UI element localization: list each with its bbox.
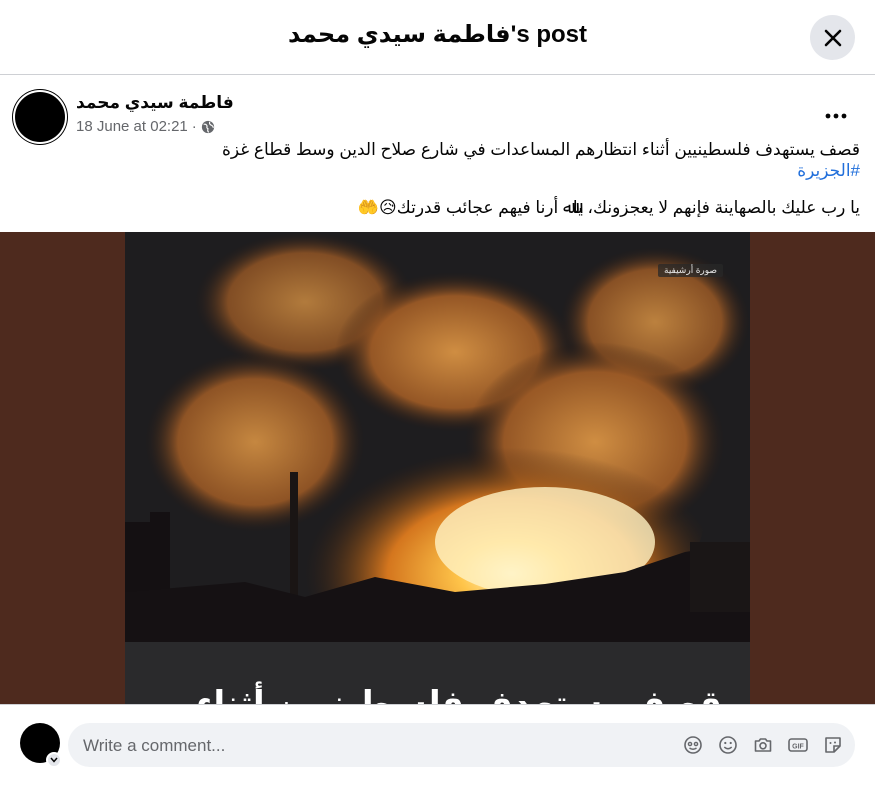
sticker-button[interactable] — [821, 733, 845, 757]
camera-button[interactable] — [751, 733, 775, 757]
comment-input[interactable]: Write a comment... GIF — [68, 723, 855, 767]
globe-icon[interactable] — [201, 120, 215, 134]
photo-caption-text: قصف يستهدف فلسطينيين أثناء — [196, 685, 722, 704]
camera-icon — [754, 738, 772, 752]
svg-text:GIF: GIF — [792, 743, 804, 750]
archive-badge: صورة أرشيفية — [658, 264, 724, 277]
gif-button[interactable]: GIF — [786, 733, 810, 757]
avatar-sticker-button[interactable] — [681, 733, 705, 757]
post-timestamp[interactable]: 18 June at 02:21 — [76, 118, 188, 135]
sticker-icon — [825, 737, 841, 753]
post-media[interactable]: صورة أرشيفية قصف يستهدف فلسطينيين أثناء — [0, 232, 875, 704]
photo-caption-band: قصف يستهدف فلسطينيين أثناء — [125, 642, 750, 704]
close-icon — [824, 29, 841, 46]
avatar-sticker-icon — [684, 736, 702, 754]
hashtag-link[interactable]: #الجزيرة — [797, 161, 860, 180]
meta-separator: · — [191, 118, 197, 135]
explosion-image — [125, 232, 750, 642]
post-header: فاطمة سيدي محمد 18 June at 02:21 · — [15, 90, 860, 142]
post-hashtag-line: #الجزيرة — [15, 160, 860, 181]
profile-switch-button[interactable] — [46, 752, 62, 768]
comment-placeholder: Write a comment... — [83, 736, 226, 755]
dialog-title: فاطمة سيدي محمد's post — [287, 21, 588, 48]
dialog-header: فاطمة سيدي محمد's post — [0, 0, 875, 75]
comment-bar: Write a comment... GIF — [0, 704, 875, 788]
explosion-photo[interactable]: صورة أرشيفية قصف يستهدف فلسطينيين أثناء — [125, 232, 750, 704]
author-avatar[interactable] — [15, 92, 65, 142]
more-options-icon — [825, 113, 847, 119]
post-text-line-2: يا رب عليك بالصهاينة فإنهم لا يعجزونك، ي… — [357, 198, 860, 217]
chevron-down-icon — [50, 757, 58, 763]
gif-icon: GIF — [788, 738, 808, 752]
comment-tools: GIF — [681, 733, 845, 757]
emoji-button[interactable] — [716, 733, 740, 757]
author-name[interactable]: فاطمة سيدي محمد — [76, 93, 234, 113]
more-options-button[interactable] — [822, 102, 850, 130]
post-text-line-1: قصف يستهدف فلسطينيين أثناء انتظارهم المس… — [222, 140, 860, 159]
post-meta: 18 June at 02:21 · — [76, 118, 215, 135]
close-button[interactable] — [810, 15, 855, 60]
emoji-icon — [719, 736, 737, 754]
